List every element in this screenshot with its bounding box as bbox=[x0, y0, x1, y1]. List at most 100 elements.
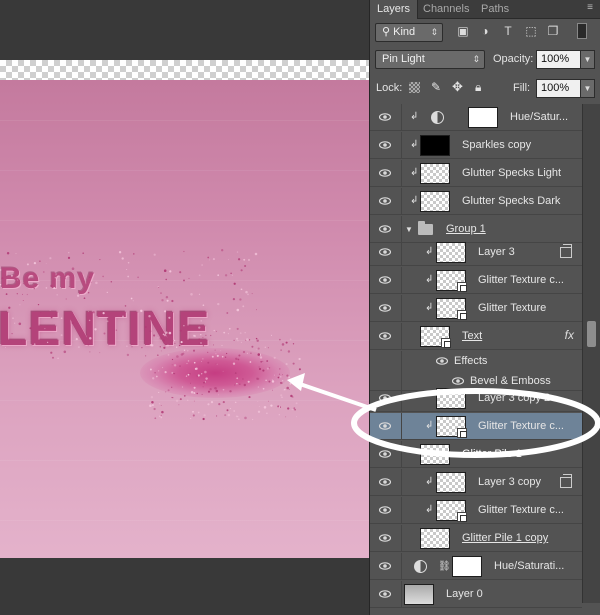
tab-paths[interactable]: Paths bbox=[474, 0, 516, 19]
eye-icon[interactable] bbox=[379, 167, 391, 179]
lock-position-icon[interactable]: ✥ bbox=[452, 79, 463, 95]
lock-pixels-icon[interactable]: ✎ bbox=[431, 80, 441, 94]
pixel-filter-icon[interactable]: ▣ bbox=[456, 24, 470, 38]
layer-row-glitter-texture-copy-2[interactable]: ↲ Glitter Texture c... bbox=[370, 497, 582, 524]
glitter-speck bbox=[213, 329, 215, 332]
smart-object-filter-icon[interactable]: ❐ bbox=[546, 24, 560, 38]
layer-row-layer-3[interactable]: ↲ Layer 3 bbox=[370, 239, 582, 266]
layer-thumbnail[interactable] bbox=[436, 298, 467, 320]
layer-row-glutter-specks-dark[interactable]: ↲ Glutter Specks Dark bbox=[370, 188, 582, 215]
fx-icon[interactable]: fx bbox=[565, 328, 574, 342]
layer-row-text[interactable]: Text fx bbox=[370, 323, 582, 350]
layer-row-glitter-texture-copy[interactable]: ↲ Glitter Texture c... bbox=[370, 267, 582, 294]
layer-name[interactable]: Layer 3 copy 2 bbox=[478, 385, 550, 412]
glitter-speck bbox=[106, 291, 108, 294]
layer-thumbnail[interactable] bbox=[404, 584, 434, 605]
layer-thumbnail[interactable] bbox=[436, 500, 467, 522]
layer-row-glitter-texture[interactable]: ↲ Glitter Texture bbox=[370, 295, 582, 322]
layer-thumbnail[interactable] bbox=[420, 528, 450, 549]
layer-effects-row[interactable]: Effects bbox=[370, 351, 582, 371]
layer-mask-thumbnail[interactable] bbox=[468, 107, 498, 128]
eye-icon[interactable] bbox=[379, 223, 391, 235]
tab-layers[interactable]: Layers bbox=[370, 0, 419, 19]
layer-row-layer-0[interactable]: Layer 0 bbox=[370, 581, 582, 608]
lock-transparency-icon[interactable] bbox=[409, 82, 420, 93]
layer-name[interactable]: Effects bbox=[454, 351, 487, 371]
layer-name[interactable]: Glutter Specks Light bbox=[462, 160, 561, 187]
adjustment-filter-icon[interactable]: ◑ bbox=[478, 24, 492, 38]
eye-icon[interactable] bbox=[379, 139, 391, 151]
eye-icon[interactable] bbox=[379, 330, 391, 342]
layer-name[interactable]: Layer 3 copy bbox=[478, 469, 541, 496]
layer-row-hue-saturation[interactable]: ↲ Hue/Satur... bbox=[370, 104, 582, 131]
layer-row-layer-3-copy-2[interactable]: Layer 3 copy 2 bbox=[370, 385, 582, 412]
opacity-input[interactable]: 100% bbox=[536, 50, 581, 69]
layer-row-sparkles-copy[interactable]: ↲ Sparkles copy bbox=[370, 132, 582, 159]
layer-mask-thumbnail[interactable] bbox=[452, 556, 482, 577]
layer-thumbnail[interactable] bbox=[436, 270, 467, 292]
eye-icon[interactable] bbox=[379, 448, 391, 460]
eye-icon[interactable] bbox=[379, 302, 391, 314]
layer-name[interactable]: Glitter Pile 1 bbox=[462, 441, 522, 468]
eye-icon[interactable] bbox=[379, 195, 391, 207]
layer-thumbnail[interactable] bbox=[420, 135, 450, 156]
fill-input[interactable]: 100% bbox=[536, 79, 581, 98]
type-filter-icon[interactable]: T bbox=[501, 24, 515, 38]
expand-triangle-icon[interactable]: ▼ bbox=[405, 225, 413, 234]
scrollbar-thumb[interactable] bbox=[587, 321, 596, 347]
eye-icon[interactable] bbox=[379, 246, 391, 258]
panel-menu-icon[interactable]: ≡ bbox=[583, 2, 597, 14]
layer-name[interactable]: Glutter Specks Dark bbox=[462, 188, 560, 215]
glitter-speck bbox=[200, 334, 202, 336]
tab-channels[interactable]: Channels bbox=[416, 0, 476, 19]
document-canvas[interactable]: Be my LENTINE bbox=[0, 0, 369, 615]
layer-thumbnail[interactable] bbox=[436, 388, 466, 409]
eye-icon[interactable] bbox=[379, 274, 391, 286]
layer-row-layer-3-copy[interactable]: ↲ Layer 3 copy bbox=[370, 469, 582, 496]
layer-name[interactable]: Glitter Pile 1 copy bbox=[462, 525, 548, 552]
layer-name[interactable]: Layer 3 bbox=[478, 239, 515, 266]
layer-name[interactable]: Glitter Texture c... bbox=[478, 497, 564, 524]
layer-name[interactable]: Glitter Texture c... bbox=[478, 267, 564, 294]
layer-row-glitter-pile-1[interactable]: Glitter Pile 1 bbox=[370, 441, 582, 468]
glitter-speck bbox=[65, 298, 67, 300]
opacity-dropdown-arrow[interactable]: ▼ bbox=[580, 50, 595, 69]
eye-icon[interactable] bbox=[379, 504, 391, 516]
eye-icon[interactable] bbox=[379, 588, 391, 600]
eye-icon[interactable] bbox=[379, 560, 391, 572]
glitter-speck bbox=[210, 334, 212, 337]
eye-icon[interactable] bbox=[379, 111, 391, 123]
eye-icon[interactable] bbox=[379, 476, 391, 488]
glitter-speck bbox=[196, 392, 198, 395]
layer-thumbnail[interactable] bbox=[420, 163, 450, 184]
layer-row-hue-saturation-2[interactable]: ⛓ Hue/Saturati... bbox=[370, 553, 582, 580]
fill-dropdown-arrow[interactable]: ▼ bbox=[580, 79, 595, 98]
layers-scrollbar[interactable] bbox=[582, 104, 600, 603]
layer-thumbnail[interactable] bbox=[420, 444, 450, 465]
layer-thumbnail[interactable] bbox=[436, 242, 466, 263]
chain-link-icon[interactable]: ⛓ bbox=[438, 561, 451, 572]
blend-mode-dropdown[interactable]: Pin Light ⇕ bbox=[375, 50, 485, 69]
lock-all-icon[interactable]: 🔒︎ bbox=[475, 80, 481, 95]
layer-thumbnail[interactable] bbox=[436, 472, 466, 493]
layer-row-glitter-texture-copy-selected[interactable]: ↲ Glitter Texture c... bbox=[370, 413, 582, 440]
filter-toggle[interactable] bbox=[577, 23, 587, 39]
layer-name[interactable]: Hue/Satur... bbox=[510, 104, 568, 131]
eye-icon[interactable] bbox=[379, 420, 391, 432]
layer-name[interactable]: Glitter Texture c... bbox=[478, 413, 564, 440]
layer-row-glitter-pile-1-copy[interactable]: Glitter Pile 1 copy bbox=[370, 525, 582, 552]
eye-icon[interactable] bbox=[379, 392, 391, 404]
layer-name[interactable]: Sparkles copy bbox=[462, 132, 531, 159]
shape-filter-icon[interactable]: ⬚ bbox=[524, 24, 538, 38]
layer-name[interactable]: Text bbox=[462, 323, 482, 350]
filter-kind-dropdown[interactable]: ⚲ Kind ⇕ bbox=[375, 23, 443, 42]
layer-thumbnail[interactable] bbox=[420, 191, 450, 212]
eye-icon[interactable] bbox=[436, 355, 448, 367]
layer-name[interactable]: Glitter Texture bbox=[478, 295, 546, 322]
layer-name[interactable]: Hue/Saturati... bbox=[494, 553, 564, 580]
layer-row-glutter-specks-light[interactable]: ↲ Glutter Specks Light bbox=[370, 160, 582, 187]
layer-thumbnail[interactable] bbox=[420, 326, 451, 348]
layer-name[interactable]: Layer 0 bbox=[446, 581, 483, 608]
eye-icon[interactable] bbox=[379, 532, 391, 544]
layer-thumbnail[interactable] bbox=[436, 416, 467, 438]
